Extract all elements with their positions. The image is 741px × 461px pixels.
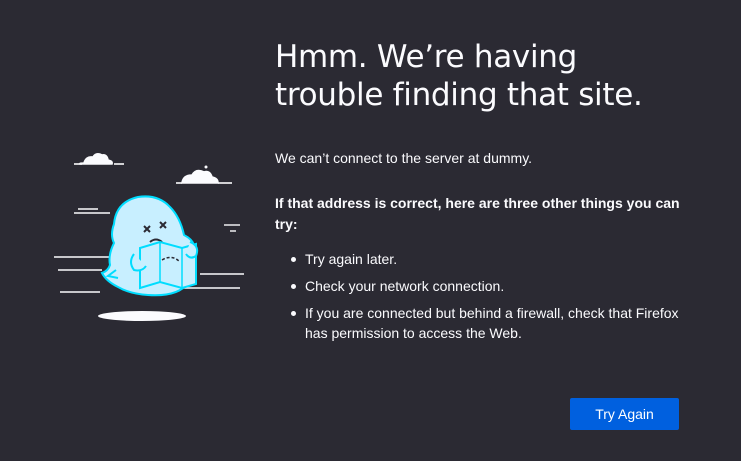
cloud-icon <box>176 165 232 184</box>
suggestions-list: Try again later. Check your network conn… <box>275 249 685 343</box>
list-item: Check your network connection. <box>275 276 685 296</box>
try-again-button[interactable]: Try Again <box>570 398 679 430</box>
cloud-icon <box>74 153 124 165</box>
error-content: Hmm. We’re having trouble finding that s… <box>275 38 685 350</box>
suggestions-heading: If that address is correct, here are thr… <box>275 195 680 232</box>
bullet-icon <box>291 257 296 262</box>
error-page: Hmm. We’re having trouble finding that s… <box>0 0 741 461</box>
ground-shadow <box>98 311 186 321</box>
list-item: If you are connected but behind a firewa… <box>275 303 685 343</box>
list-item: Try again later. <box>275 249 685 269</box>
bullet-icon <box>291 311 296 316</box>
confused-dino-with-map-icon <box>54 153 244 321</box>
dino-body <box>100 195 199 297</box>
suggestion-text: Check your network connection. <box>305 278 505 294</box>
suggestion-text: Try again later. <box>305 251 398 267</box>
error-description: We can’t connect to the server at dummy. <box>275 150 533 166</box>
suggestion-text: If you are connected but behind a firewa… <box>305 305 679 341</box>
bullet-icon <box>291 284 296 289</box>
page-title: Hmm. We’re having trouble finding that s… <box>275 39 643 113</box>
